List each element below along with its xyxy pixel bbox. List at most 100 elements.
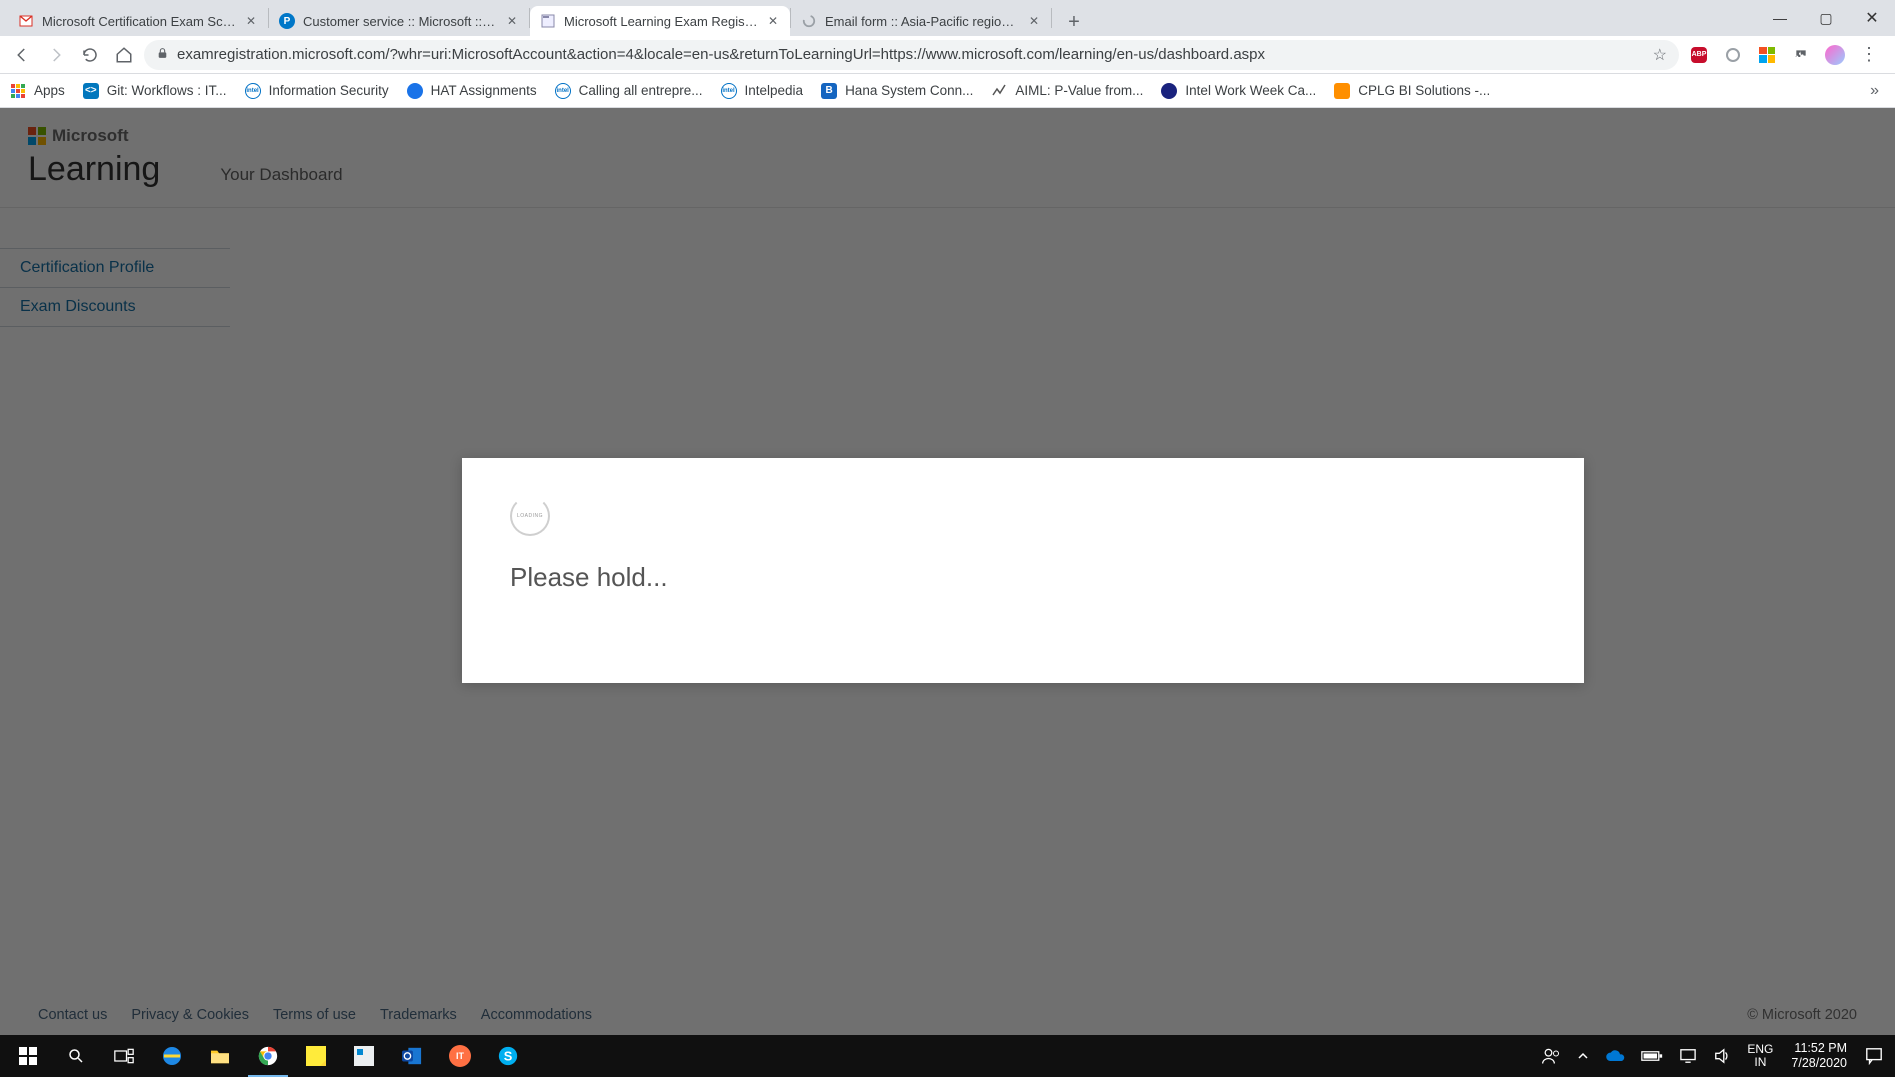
- extension-circle-icon[interactable]: [1723, 45, 1743, 65]
- bookmark-label: AIML: P-Value from...: [1015, 83, 1143, 98]
- loading-message: Please hold...: [510, 562, 1536, 593]
- tab-title: Customer service :: Microsoft :: Pe: [303, 14, 497, 29]
- page-favicon: [540, 13, 556, 29]
- close-icon[interactable]: ✕: [505, 14, 519, 28]
- sticky-notes-taskbar-icon[interactable]: [292, 1035, 340, 1077]
- tab-title: Email form :: Asia-Pacific region ::: [825, 14, 1019, 29]
- bookmark-label: Intelpedia: [745, 83, 804, 98]
- windows-taskbar: IT S ENG IN 11:52 PM 7/28/2020: [0, 1035, 1895, 1077]
- browser-toolbar: examregistration.microsoft.com/?whr=uri:…: [0, 36, 1895, 74]
- adblock-icon[interactable]: ABP: [1689, 45, 1709, 65]
- page-content-area: Microsoft Learning Your Dashboard Certif…: [0, 108, 1895, 1035]
- globe-icon: [407, 83, 423, 99]
- app-orange-taskbar-icon[interactable]: IT: [436, 1035, 484, 1077]
- volume-tray-icon[interactable]: [1705, 1035, 1739, 1077]
- bookmark-label: CPLG BI Solutions -...: [1358, 83, 1490, 98]
- tab-separator: [1051, 8, 1052, 28]
- close-icon[interactable]: ✕: [1027, 14, 1041, 28]
- taskbar-clock[interactable]: 11:52 PM 7/28/2020: [1781, 1041, 1857, 1071]
- network-tray-icon[interactable]: [1671, 1035, 1705, 1077]
- browser-tab-strip: Microsoft Certification Exam Sche ✕ P Cu…: [0, 0, 1895, 36]
- skype-taskbar-icon[interactable]: S: [484, 1035, 532, 1077]
- close-icon[interactable]: ✕: [244, 14, 258, 28]
- bookmark-label: Apps: [34, 83, 65, 98]
- onedrive-tray-icon[interactable]: [1597, 1035, 1633, 1077]
- window-controls: — ▢ ✕: [1757, 0, 1895, 36]
- bookmark-label: Calling all entrepre...: [579, 83, 703, 98]
- bookmark-git-workflows[interactable]: <> Git: Workflows : IT...: [83, 83, 227, 99]
- tab-title: Microsoft Learning Exam Registra: [564, 14, 758, 29]
- outlook-taskbar-icon[interactable]: [388, 1035, 436, 1077]
- extensions-puzzle-icon[interactable]: [1791, 45, 1811, 65]
- bookmark-intelpedia[interactable]: intel Intelpedia: [721, 83, 804, 99]
- battery-tray-icon[interactable]: [1633, 1035, 1671, 1077]
- browser-menu-button[interactable]: ⋮: [1859, 45, 1879, 65]
- windows-tile-icon[interactable]: [1757, 45, 1777, 65]
- app-taskbar-icon[interactable]: [340, 1035, 388, 1077]
- ie-taskbar-icon[interactable]: [148, 1035, 196, 1077]
- tab-customer-service[interactable]: P Customer service :: Microsoft :: Pe ✕: [269, 6, 529, 36]
- bookmark-info-security[interactable]: intel Information Security: [245, 83, 389, 99]
- loading-spinner-icon: [510, 496, 550, 536]
- bookmark-intel-work-week[interactable]: Intel Work Week Ca...: [1161, 83, 1316, 99]
- tab-ms-learning-exam[interactable]: Microsoft Learning Exam Registra ✕: [530, 6, 790, 36]
- bookmark-hana-system[interactable]: B Hana System Conn...: [821, 83, 973, 99]
- bookmark-label: Git: Workflows : IT...: [107, 83, 227, 98]
- bookmark-apps[interactable]: Apps: [10, 83, 65, 99]
- clock-time: 11:52 PM: [1794, 1041, 1847, 1056]
- nav-home-button[interactable]: [110, 41, 138, 69]
- file-explorer-taskbar-icon[interactable]: [196, 1035, 244, 1077]
- chart-line-icon: [991, 83, 1007, 99]
- chart-bar-icon: [1334, 83, 1350, 99]
- new-tab-button[interactable]: +: [1060, 8, 1088, 36]
- intel-icon: intel: [555, 83, 571, 99]
- bookmark-hat-assignments[interactable]: HAT Assignments: [407, 83, 537, 99]
- moon-icon: [1161, 83, 1177, 99]
- loading-modal: Please hold...: [462, 458, 1584, 683]
- close-icon[interactable]: ✕: [766, 14, 780, 28]
- clock-date: 7/28/2020: [1791, 1056, 1847, 1071]
- pearson-icon: P: [279, 13, 295, 29]
- intel-icon: intel: [245, 83, 261, 99]
- tab-title: Microsoft Certification Exam Sche: [42, 14, 236, 29]
- intel-icon: intel: [721, 83, 737, 99]
- people-tray-icon[interactable]: [1533, 1035, 1569, 1077]
- nav-reload-button[interactable]: [76, 41, 104, 69]
- nav-forward-button[interactable]: [42, 41, 70, 69]
- bookmark-star-icon[interactable]: ☆: [1653, 45, 1667, 65]
- bookmarks-bar: Apps <> Git: Workflows : IT... intel Inf…: [0, 74, 1895, 108]
- url-text: examregistration.microsoft.com/?whr=uri:…: [177, 46, 1645, 63]
- address-bar[interactable]: examregistration.microsoft.com/?whr=uri:…: [144, 40, 1679, 70]
- apps-grid-icon: [10, 83, 26, 99]
- nav-back-button[interactable]: [8, 41, 36, 69]
- bookmark-aiml-pvalue[interactable]: AIML: P-Value from...: [991, 83, 1143, 99]
- svg-text:S: S: [504, 1049, 513, 1064]
- chrome-taskbar-icon[interactable]: [244, 1035, 292, 1077]
- tab-ms-cert-exam[interactable]: Microsoft Certification Exam Sche ✕: [8, 6, 268, 36]
- action-center-icon[interactable]: [1857, 1035, 1891, 1077]
- lock-icon: [156, 47, 169, 63]
- loading-icon: [801, 13, 817, 29]
- maximize-button[interactable]: ▢: [1803, 0, 1849, 36]
- letter-b-icon: B: [821, 83, 837, 99]
- bookmarks-overflow-button[interactable]: »: [1870, 82, 1885, 100]
- bookmark-label: Information Security: [269, 83, 389, 98]
- tray-chevron-up-icon[interactable]: [1569, 1035, 1597, 1077]
- bookmark-calling-entrepre[interactable]: intel Calling all entrepre...: [555, 83, 703, 99]
- bookmark-label: HAT Assignments: [431, 83, 537, 98]
- profile-avatar-icon[interactable]: [1825, 45, 1845, 65]
- start-button[interactable]: [4, 1035, 52, 1077]
- task-view-button[interactable]: [100, 1035, 148, 1077]
- minimize-button[interactable]: —: [1757, 0, 1803, 36]
- bookmark-label: Hana System Conn...: [845, 83, 973, 98]
- code-icon: <>: [83, 83, 99, 99]
- bookmark-label: Intel Work Week Ca...: [1185, 83, 1316, 98]
- search-button[interactable]: [52, 1035, 100, 1077]
- tab-email-form[interactable]: Email form :: Asia-Pacific region :: ✕: [791, 6, 1051, 36]
- language-indicator[interactable]: ENG IN: [1739, 1035, 1781, 1077]
- gmail-icon: [18, 13, 34, 29]
- extension-icons: ABP ⋮: [1685, 45, 1887, 65]
- bookmark-cplg-bi[interactable]: CPLG BI Solutions -...: [1334, 83, 1490, 99]
- language-line2: IN: [1754, 1056, 1766, 1069]
- close-window-button[interactable]: ✕: [1849, 0, 1895, 36]
